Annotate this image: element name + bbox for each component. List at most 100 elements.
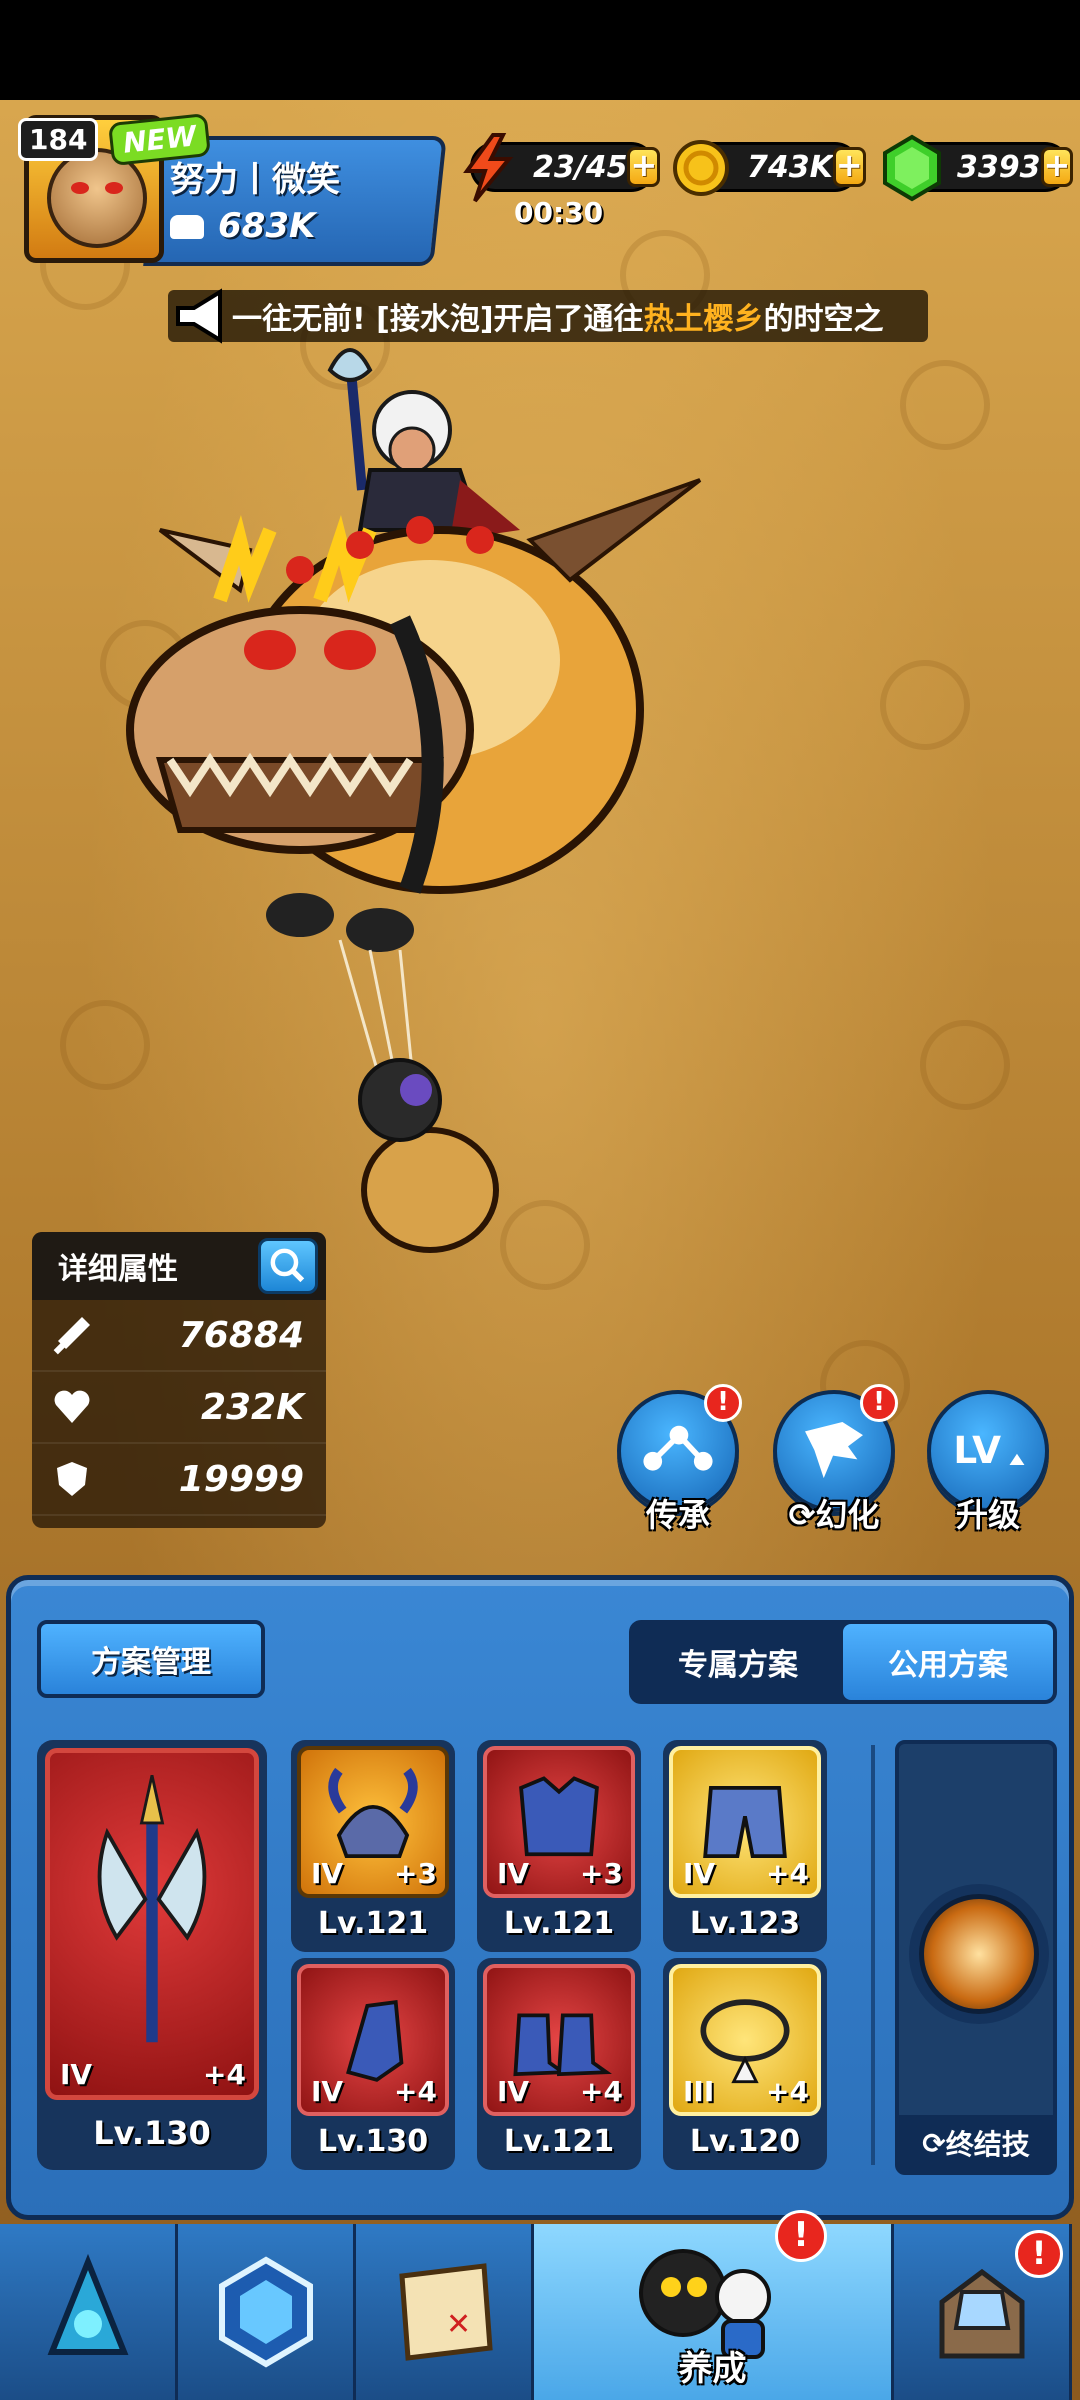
stats-title: 详细属性 xyxy=(58,1252,178,1287)
ultimate-skill-slot[interactable]: ⟳ 终结技 xyxy=(895,1740,1057,2175)
weapon-tier: IV xyxy=(60,2058,93,2091)
nav-item-develop[interactable]: 养成 ! xyxy=(534,2210,894,2400)
defense-stat-row: 19999 xyxy=(32,1444,326,1516)
axe-icon xyxy=(97,1774,207,2043)
stamina-timer: 00:30 xyxy=(514,196,604,229)
shop-alert-badge: ! xyxy=(1015,2230,1063,2278)
gloves-tier: IV xyxy=(311,2075,344,2108)
nav-item-battle[interactable] xyxy=(0,2224,178,2400)
inherit-alert-badge: ! xyxy=(704,1384,742,1422)
ultimate-skill-text: 终结技 xyxy=(945,2128,1030,2161)
bottom-nav: ✕ 养成 ! ! xyxy=(0,2210,1080,2400)
gloves-frame: IV +4 xyxy=(297,1964,449,2116)
helmet-plus: +3 xyxy=(394,1857,437,1890)
panel-divider xyxy=(871,1745,875,2165)
helmet-tier: IV xyxy=(311,1857,344,1890)
transform-label: ⟳幻化 xyxy=(788,1496,880,1534)
add-gold-button[interactable]: + xyxy=(832,147,866,187)
equipment-panel: 方案管理 专属方案 公用方案 IV +4 Lv.130 IV +3 Lv.121… xyxy=(6,1575,1074,2220)
develop-alert-badge: ! xyxy=(775,2210,827,2262)
weapon-plus: +4 xyxy=(203,2058,246,2091)
stats-search-button[interactable] xyxy=(258,1238,318,1294)
armor-slot[interactable]: IV +3 Lv.121 xyxy=(477,1740,641,1952)
nav-item-dungeon[interactable] xyxy=(178,2224,356,2400)
armor-tier: IV xyxy=(497,1857,530,1890)
combat-power: 683K xyxy=(170,206,315,246)
heart-icon xyxy=(54,1390,90,1423)
upgrade-label: 升级 xyxy=(955,1496,1020,1534)
transform-label-text: 幻化 xyxy=(815,1496,880,1534)
hp-value: 232K xyxy=(200,1386,304,1428)
gloves-level: Lv.130 xyxy=(317,2124,429,2159)
svg-text:LV: LV xyxy=(953,1428,1001,1472)
ultimate-skill-icon xyxy=(919,1894,1039,2014)
transform-alert-badge: ! xyxy=(860,1384,898,1422)
add-stamina-button[interactable]: + xyxy=(627,147,661,187)
leggings-frame: IV +4 xyxy=(669,1746,821,1898)
fist-icon xyxy=(170,211,206,241)
armor-plus: +3 xyxy=(580,1857,623,1890)
armor-frame: IV +3 xyxy=(483,1746,635,1898)
attack-value: 76884 xyxy=(178,1314,304,1356)
ultimate-skill-label: ⟳ 终结技 xyxy=(899,2115,1053,2171)
boots-frame: IV +4 xyxy=(483,1964,635,2116)
necklace-level: Lv.120 xyxy=(689,2124,801,2159)
defense-value: 19999 xyxy=(178,1458,304,1500)
search-icon xyxy=(270,1248,305,1283)
necklace-frame: III +4 xyxy=(669,1964,821,2116)
helmet-slot[interactable]: IV +3 Lv.121 xyxy=(291,1740,455,1952)
lightning-icon xyxy=(463,133,514,203)
leggings-tier: IV xyxy=(683,1857,716,1890)
player-name: 努力丨微笑 xyxy=(170,160,340,200)
necklace-tier: III xyxy=(683,2075,715,2108)
gold-pill: 743K + xyxy=(673,140,866,196)
inherit-button[interactable]: 传承 ! xyxy=(614,1384,742,1540)
hexagon-portal-icon xyxy=(218,2256,313,2368)
nav-label-develop: 养成 xyxy=(678,2349,747,2389)
player-level-badge: 184 xyxy=(18,118,99,161)
announcement-suffix: 的时空之 xyxy=(763,302,884,337)
gem-pill: 3393 + xyxy=(883,134,1074,202)
tab-shared-plan[interactable]: 公用方案 xyxy=(843,1624,1053,1700)
tab-exclusive-plan[interactable]: 专属方案 xyxy=(633,1624,843,1700)
hp-stat-row: 232K xyxy=(32,1372,326,1444)
gloves-plus: +4 xyxy=(394,2075,437,2108)
necklace-slot[interactable]: III +4 Lv.120 xyxy=(663,1958,827,2170)
necklace-plus: +4 xyxy=(766,2075,809,2108)
leggings-level: Lv.123 xyxy=(689,1906,801,1941)
upgrade-button[interactable]: LV 升级 xyxy=(924,1390,1052,1540)
battle-crown-icon xyxy=(47,2253,128,2355)
leggings-slot[interactable]: IV +4 Lv.123 xyxy=(663,1740,827,1952)
gloves-slot[interactable]: IV +4 Lv.130 xyxy=(291,1958,455,2170)
weapon-slot[interactable]: IV +4 Lv.130 xyxy=(37,1740,267,2170)
nav-item-shop[interactable]: ! xyxy=(894,2224,1072,2400)
plan-management-button[interactable]: 方案管理 xyxy=(37,1620,265,1698)
shield-icon xyxy=(57,1462,87,1496)
helmet-frame: IV +3 xyxy=(297,1746,449,1898)
boots-level: Lv.121 xyxy=(503,2124,615,2159)
add-gem-button[interactable]: + xyxy=(1040,147,1074,187)
transform-button[interactable]: ⟳幻化 ! xyxy=(770,1384,898,1540)
nav-item-map[interactable]: ✕ xyxy=(356,2224,534,2400)
detail-stats-panel: 详细属性 76884 232K 19999 xyxy=(32,1232,326,1528)
combat-power-value: 683K xyxy=(218,206,316,246)
stamina-pill: 23/45 + xyxy=(463,133,661,203)
weapon-frame: IV +4 xyxy=(45,1748,259,2100)
stats-header: 详细属性 xyxy=(32,1232,326,1300)
gold-coin-icon xyxy=(673,140,729,196)
hero-balloon-character[interactable] xyxy=(100,330,740,1270)
helmet-level: Lv.121 xyxy=(317,1906,429,1941)
boots-plus: +4 xyxy=(580,2075,623,2108)
armor-level: Lv.121 xyxy=(503,1906,615,1941)
boots-slot[interactable]: IV +4 Lv.121 xyxy=(477,1958,641,2170)
treasure-map-icon: ✕ xyxy=(398,2263,493,2361)
svg-text:✕: ✕ xyxy=(446,2307,471,2342)
boots-tier: IV xyxy=(497,2075,530,2108)
leggings-plus: +4 xyxy=(766,1857,809,1890)
inherit-label: 传承 xyxy=(645,1496,710,1534)
plan-toggle: 专属方案 公用方案 xyxy=(629,1620,1057,1704)
attack-stat-row: 76884 xyxy=(32,1300,326,1372)
sword-icon xyxy=(53,1317,90,1355)
green-gem-icon xyxy=(883,134,941,202)
weapon-level: Lv.130 xyxy=(93,2114,211,2152)
